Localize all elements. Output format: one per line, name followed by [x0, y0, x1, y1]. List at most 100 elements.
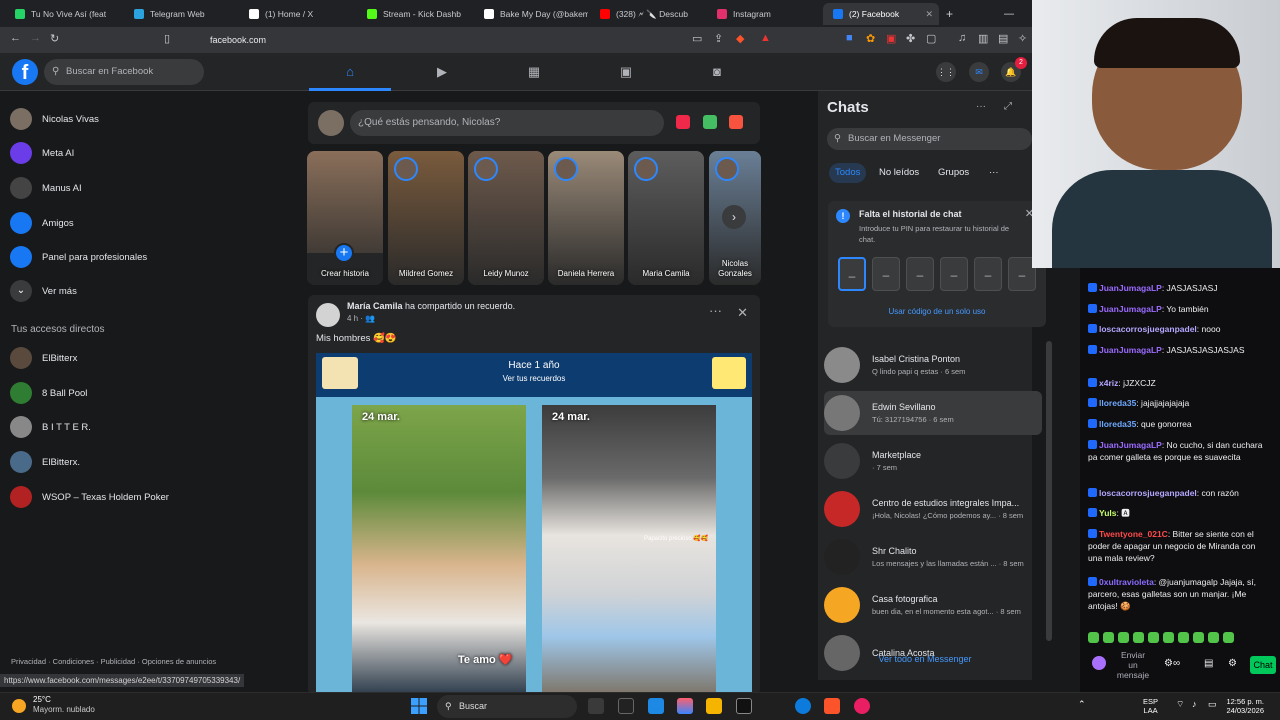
minimize-icon[interactable]: —: [994, 3, 1014, 25]
new-tab-button[interactable]: +: [942, 3, 962, 25]
pin-digit-input[interactable]: –: [872, 257, 900, 291]
browser-tab[interactable]: (328) 🗲 🔪 Descub: [590, 3, 705, 25]
gift-icon[interactable]: ▤: [1204, 658, 1213, 669]
live-video-icon[interactable]: [676, 115, 690, 129]
close-tab-icon[interactable]: ✕: [925, 9, 933, 20]
memory-card[interactable]: Hace 1 año Ver tus recuerdos 24 mar. Te …: [316, 353, 752, 695]
plus-icon[interactable]: +: [334, 243, 354, 263]
tab-todos[interactable]: Todos: [829, 163, 867, 183]
browser-tab[interactable]: (1) Home / X: [239, 3, 355, 25]
chat-username[interactable]: Twentyone_021C: [1099, 529, 1168, 539]
brave-shield-icon[interactable]: ◆: [736, 32, 744, 45]
sidebar-item[interactable]: Meta AI: [10, 142, 74, 164]
gaming-icon[interactable]: ◙: [705, 61, 729, 83]
bits-icon[interactable]: ⚙∞: [1164, 658, 1180, 669]
settings-icon[interactable]: ⚙: [1228, 658, 1237, 669]
browser-tab[interactable]: (2) Facebook ✕: [823, 3, 939, 25]
chat-username[interactable]: 0xultravioleta: [1099, 577, 1154, 587]
sidebar-item[interactable]: Panel para profesionales: [10, 246, 147, 268]
app-icon[interactable]: [677, 698, 693, 714]
windows-start-icon[interactable]: [411, 698, 427, 714]
volume-icon[interactable]: ♪: [1192, 700, 1197, 709]
sidebar-item[interactable]: Amigos: [10, 212, 74, 234]
photo-icon[interactable]: [703, 115, 717, 129]
chat-username[interactable]: JuanJumagaLP: [1099, 283, 1162, 293]
chat-username[interactable]: JuanJumagaLP: [1099, 345, 1162, 355]
messenger-search-input[interactable]: ⚲ Buscar en Messenger: [827, 128, 1032, 150]
leo-icon[interactable]: ✧: [1018, 32, 1027, 45]
taskbar-search[interactable]: ⚲ Buscar: [437, 695, 577, 718]
shortcut-item[interactable]: 8 Ball Pool: [10, 382, 87, 404]
shortcut-item[interactable]: ElBitterx: [10, 347, 77, 369]
bookmark-icon[interactable]: ▯: [164, 32, 170, 45]
shortcut-item[interactable]: B I T T E R.: [10, 416, 91, 438]
terminal-icon[interactable]: [736, 698, 752, 714]
memory-link[interactable]: Ver tus recuerdos: [316, 374, 752, 383]
facebook-logo[interactable]: f: [12, 59, 38, 85]
share-icon[interactable]: ⇪: [714, 32, 723, 45]
chat-row[interactable]: Isabel Cristina Ponton Q lindo papi q est…: [824, 343, 1042, 387]
chat-username[interactable]: Yuls: [1099, 508, 1116, 518]
reel-icon[interactable]: [729, 115, 743, 129]
sidebar-item[interactable]: Manus AI: [10, 177, 82, 199]
extension-icon[interactable]: ✿: [866, 32, 875, 45]
edge-icon[interactable]: [795, 698, 811, 714]
chat-username[interactable]: loscacorrosjueganpadel: [1099, 488, 1197, 498]
chat-username[interactable]: x4riz: [1099, 378, 1118, 388]
chat-username[interactable]: lloreda35: [1099, 419, 1136, 429]
chat-username[interactable]: JuanJumagaLP: [1099, 304, 1162, 314]
weather-desc[interactable]: Mayorm. nublado: [33, 705, 95, 714]
app-icon[interactable]: [618, 698, 634, 714]
weather-icon[interactable]: [12, 699, 26, 713]
extension-icon[interactable]: ■: [846, 32, 853, 44]
pin-digit-input[interactable]: –: [906, 257, 934, 291]
shortcut-item[interactable]: WSOP – Texas Holdem Poker: [10, 486, 169, 508]
forward-icon[interactable]: →: [30, 32, 41, 44]
chat-row[interactable]: Shr Chalito Los mensajes y las llamadas e…: [824, 535, 1042, 579]
chevron-right-icon[interactable]: ›: [722, 205, 746, 229]
back-icon[interactable]: ←: [10, 32, 21, 44]
messenger-icon[interactable]: ✉: [969, 62, 989, 82]
reload-icon[interactable]: ↻: [50, 32, 59, 45]
chat-row[interactable]: Marketplace · 7 sem: [824, 439, 1042, 483]
browser-tab[interactable]: Stream - Kick Dashb: [357, 3, 472, 25]
app-icon[interactable]: [854, 698, 870, 714]
chat-username[interactable]: loscacorrosjueganpadel: [1099, 324, 1197, 334]
browser-tab[interactable]: Telegram Web: [124, 3, 237, 25]
more-options-icon[interactable]: ···: [976, 101, 986, 112]
more-options-icon[interactable]: ···: [983, 163, 1005, 183]
media-icon[interactable]: ♫: [958, 32, 966, 44]
groups-icon[interactable]: ▣: [614, 61, 638, 83]
sidebar-item[interactable]: Nicolas Vivas: [10, 108, 99, 130]
chat-row[interactable]: Catalina Acosta: [824, 631, 1042, 675]
home-icon[interactable]: ⌂: [338, 61, 362, 83]
chat-row[interactable]: Casa fotografica buen dia, en el momento …: [824, 583, 1042, 627]
tab-no-leidos[interactable]: No leídos: [873, 163, 925, 183]
video-icon[interactable]: ▶: [430, 61, 454, 83]
tray-chevron-icon[interactable]: ⌃: [1078, 700, 1086, 709]
footer-links[interactable]: Privacidad · Condiciones · Publicidad · …: [11, 656, 251, 667]
create-story-card[interactable]: + Crear historia: [307, 151, 383, 285]
cast-icon[interactable]: ▭: [692, 32, 702, 45]
see-all-messenger-link[interactable]: Ver todo en Messenger: [818, 654, 1032, 664]
scrollbar[interactable]: [1046, 341, 1052, 641]
more-options-icon[interactable]: ···: [709, 303, 722, 318]
pin-digit-input[interactable]: –: [940, 257, 968, 291]
chat-username[interactable]: JuanJumagaLP: [1099, 440, 1162, 450]
weather-temp[interactable]: 25°C: [33, 695, 51, 704]
brave-icon[interactable]: [824, 698, 840, 714]
screenshot-icon[interactable]: ▢: [926, 32, 936, 45]
extension-icon[interactable]: ▣: [886, 32, 896, 45]
browser-tab[interactable]: Tu No Vive Así (feat: [5, 3, 121, 25]
browser-tab[interactable]: Bake My Day (@bakem: [474, 3, 588, 25]
task-view-icon[interactable]: [588, 698, 604, 714]
clock[interactable]: 12:56 p. m. 24/03/2026: [1212, 697, 1264, 715]
browser-tab[interactable]: Instagram: [707, 3, 821, 25]
chat-username[interactable]: lloreda35: [1099, 398, 1136, 408]
story-card[interactable]: Mildred Gomez: [388, 151, 464, 285]
sidebar-icon[interactable]: ▥: [978, 32, 988, 45]
shortcut-item[interactable]: ElBitterx.: [10, 451, 80, 473]
story-card[interactable]: Daniela Herrera: [548, 151, 624, 285]
wallet-icon[interactable]: ▤: [998, 32, 1008, 45]
pin-digit-input[interactable]: –: [974, 257, 1002, 291]
